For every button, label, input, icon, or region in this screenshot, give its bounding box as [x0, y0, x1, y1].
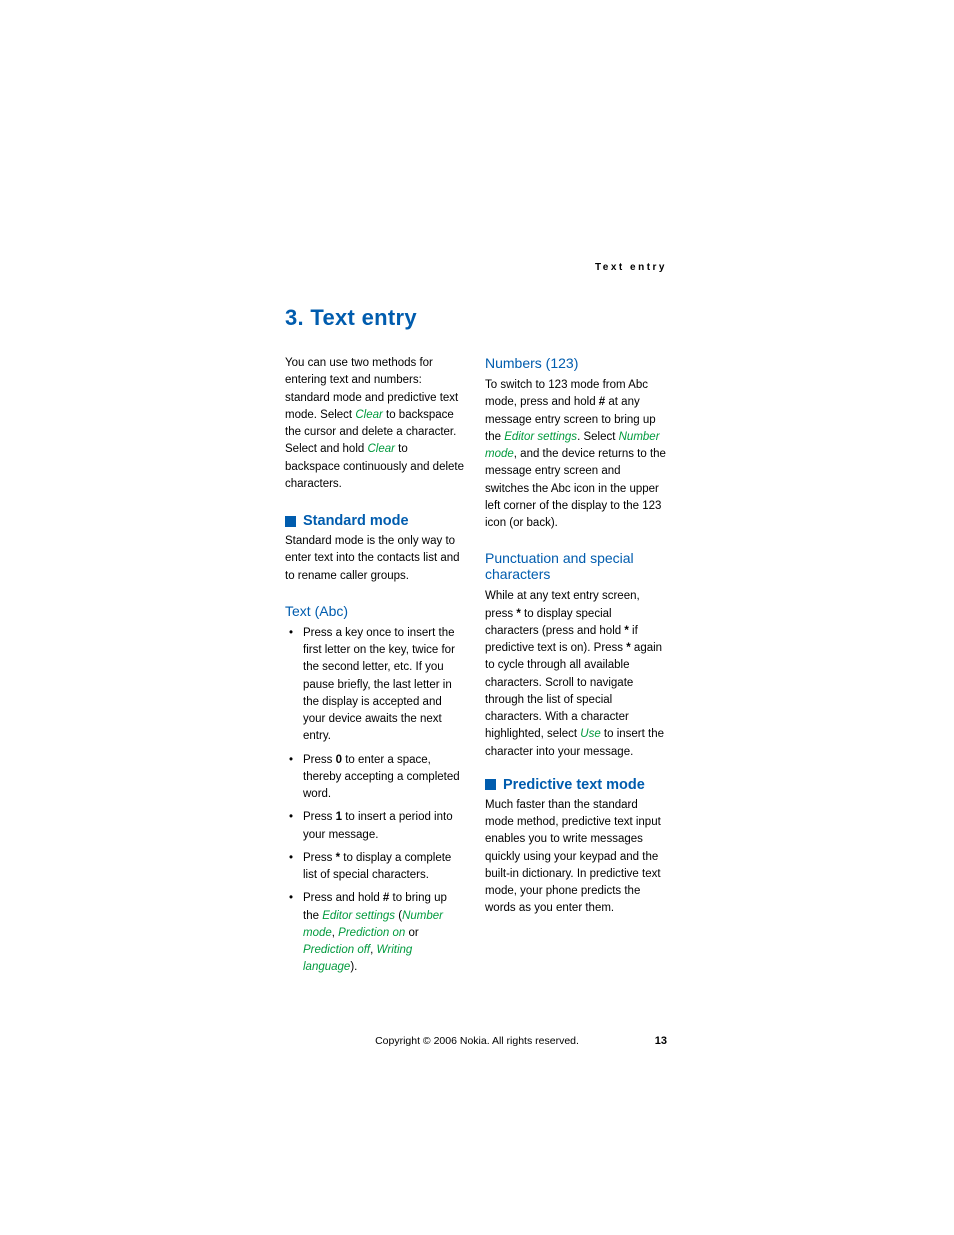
li-text: or [405, 927, 418, 939]
p-text: again to cycle through all available cha… [485, 642, 662, 740]
prediction-off-option: Prediction off [303, 944, 370, 956]
subsection-numbers: Numbers (123) [485, 355, 667, 371]
list-item: Press 1 to insert a period into your mes… [285, 809, 465, 844]
right-column: Numbers (123) To switch to 123 mode from… [485, 355, 667, 983]
p-text: , and the device returns to the message … [485, 448, 666, 529]
editor-settings-option: Editor settings [504, 431, 577, 443]
clear-option: Clear [355, 409, 382, 421]
editor-settings-option: Editor settings [322, 910, 395, 922]
page-number: 13 [655, 1035, 667, 1047]
li-text: Press [303, 754, 336, 766]
text-abc-list: Press a key once to insert the first let… [285, 625, 465, 977]
subsection-text-abc: Text (Abc) [285, 603, 465, 619]
section-heading-text: Standard mode [303, 513, 409, 529]
square-bullet-icon [285, 516, 296, 527]
section-predictive-mode: Predictive text mode [485, 777, 667, 793]
section-heading-text: Predictive text mode [503, 777, 645, 793]
numbers-body: To switch to 123 mode from Abc mode, pre… [485, 377, 667, 532]
copyright-footer: Copyright © 2006 Nokia. All rights reser… [0, 1035, 954, 1047]
li-text: ). [350, 961, 357, 973]
intro-paragraph: You can use two methods for entering tex… [285, 355, 465, 493]
left-column: You can use two methods for entering tex… [285, 355, 465, 983]
punct-body: While at any text entry screen, press * … [485, 588, 667, 761]
square-bullet-icon [485, 779, 496, 790]
chapter-title: 3. Text entry [285, 305, 667, 331]
running-head: Text entry [595, 262, 667, 273]
p-text: . Select [577, 431, 619, 443]
section-standard-mode: Standard mode [285, 513, 465, 529]
li-text: Press [303, 811, 336, 823]
list-item: Press a key once to insert the first let… [285, 625, 465, 746]
list-item: Press and hold # to bring up the Editor … [285, 890, 465, 976]
use-option: Use [580, 728, 600, 740]
list-item: Press 0 to enter a space, thereby accept… [285, 752, 465, 804]
content-columns: You can use two methods for entering tex… [285, 355, 667, 983]
subsection-punctuation: Punctuation and special characters [485, 550, 667, 582]
predictive-body: Much faster than the standard mode metho… [485, 797, 667, 918]
list-item: Press * to display a complete list of sp… [285, 850, 465, 885]
clear-option: Clear [367, 443, 394, 455]
manual-page: Text entry 3. Text entry You can use two… [0, 0, 954, 1235]
standard-mode-body: Standard mode is the only way to enter t… [285, 533, 465, 585]
li-text: Press and hold [303, 892, 383, 904]
li-text: Press [303, 852, 336, 864]
prediction-on-option: Prediction on [338, 927, 405, 939]
